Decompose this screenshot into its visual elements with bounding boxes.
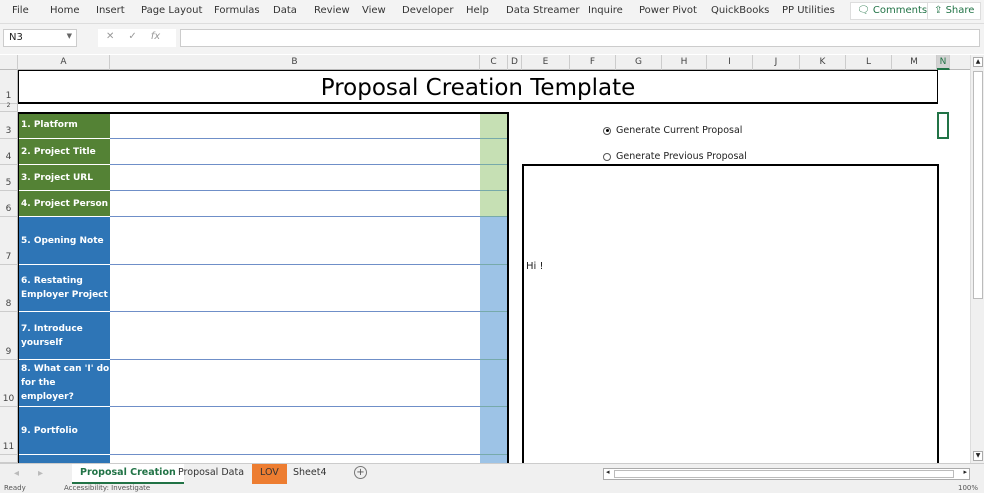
comments-button[interactable]: 🗨 Comments [850,2,935,20]
share-label: Share [945,5,975,16]
output-text: Hi ! [526,261,544,272]
share-button[interactable]: ⇪ Share [927,2,982,20]
ribbon-tab-data-streamer[interactable]: Data Streamer [506,5,580,16]
add-sheet-icon[interactable]: + [354,466,367,479]
column-header-M[interactable]: M [892,55,937,70]
radio-generate-previous[interactable]: Generate Previous Proposal [603,151,747,162]
ribbon-tab-quickbooks[interactable]: QuickBooks [711,5,769,16]
scroll-left-icon[interactable]: ◂ [606,468,610,476]
sheet-tab-proposal-creation[interactable]: Proposal Creation [72,464,184,484]
ribbon-tab-power-pivot[interactable]: Power Pivot [639,5,697,16]
ribbon-tab-home[interactable]: Home [50,5,80,16]
ribbon-tab-data[interactable]: Data [273,5,297,16]
column-header-H[interactable]: H [662,55,707,70]
column-headers: ABCDEFGHIJKLMN [0,55,970,70]
radio-label: Generate Previous Proposal [616,151,747,162]
page-title: Proposal Creation Template [18,70,938,104]
column-header-J[interactable]: J [753,55,800,70]
column-header-C[interactable]: C [480,55,508,70]
formula-bar: N3 ▼ ✕✓fx [0,24,984,54]
form-table-border [18,112,509,472]
enter-icon[interactable]: ✓ [128,31,150,42]
row-header-7[interactable]: 7 [0,217,18,265]
ribbon-tab-developer[interactable]: Developer [402,5,453,16]
ribbon-tab-page-layout[interactable]: Page Layout [141,5,202,16]
accessibility-status[interactable]: Accessibility: Investigate [64,484,150,492]
row-header-12[interactable] [0,455,18,463]
radio-unselected-icon [603,152,611,161]
column-header-G[interactable]: G [616,55,662,70]
formula-buttons: ✕✓fx [98,29,176,47]
row-header-2[interactable]: 2 [0,102,18,112]
row-header-8[interactable]: 8 [0,265,18,312]
status-bar: Ready Accessibility: Investigate 100% [0,484,984,493]
select-all-corner[interactable] [0,55,18,70]
sheet-tab-lov[interactable]: LOV [252,464,287,484]
column-header-F[interactable]: F [570,55,616,70]
sheet-tabs-bar: ◂ ▸ Proposal Creation Proposal Data LOV She… [0,463,984,484]
comments-label: Comments [872,5,928,16]
row-header-10[interactable]: 10 [0,360,18,407]
column-header-D[interactable]: D [508,55,522,70]
row-header-6[interactable]: 6 [0,191,18,217]
vertical-scrollbar[interactable]: ▲ ▼ [970,55,984,463]
column-header-K[interactable]: K [800,55,846,70]
chevron-down-icon: ▼ [66,32,72,40]
sheet-tab-proposal-data[interactable]: Proposal Data [170,464,252,484]
ribbon-tab-inquire[interactable]: Inquire [588,5,623,16]
ribbon: File Home Insert Page Layout Formulas Data Rev… [0,0,984,24]
name-box[interactable]: N3 ▼ [3,29,77,47]
row-header-1[interactable]: 1 [0,70,18,104]
ribbon-tab-help[interactable]: Help [466,5,489,16]
zoom-level[interactable]: 100% [958,484,978,492]
column-header-L[interactable]: L [846,55,892,70]
formula-input[interactable] [180,29,980,47]
ribbon-tab-formulas[interactable]: Formulas [214,5,260,16]
row-header-9[interactable]: 9 [0,312,18,360]
column-header-B[interactable]: B [110,55,480,70]
cell-reference: N3 [9,32,23,43]
column-header-N[interactable]: N [937,55,950,70]
radio-selected-icon [603,126,611,135]
scroll-up-icon[interactable]: ▲ [973,57,983,67]
horizontal-scrollbar[interactable]: ◂ ▸ [603,468,970,480]
ribbon-tab-review[interactable]: Review [314,5,350,16]
radio-generate-current[interactable]: Generate Current Proposal [603,125,742,136]
ribbon-tab-pp-utilities[interactable]: PP Utilities [782,5,835,16]
comment-icon: 🗨 [857,5,873,16]
scroll-thumb[interactable] [614,470,954,478]
row-header-5[interactable]: 5 [0,165,18,191]
scroll-right-icon[interactable]: ▸ [963,468,967,476]
column-header-E[interactable]: E [522,55,570,70]
tab-scroll-right-icon[interactable]: ▸ [38,468,43,479]
share-icon: ⇪ [934,5,946,16]
ribbon-tab-file[interactable]: File [12,5,29,16]
row-header-11[interactable]: 11 [0,407,18,455]
scroll-thumb[interactable] [973,71,983,299]
column-header-A[interactable]: A [18,55,110,70]
ribbon-tab-view[interactable]: View [362,5,386,16]
proposal-output-box[interactable]: Hi ! [522,164,939,474]
column-header-I[interactable]: I [707,55,753,70]
radio-label: Generate Current Proposal [616,125,743,136]
row-header-4[interactable]: 4 [0,139,18,165]
selected-cell-n3[interactable] [937,112,949,139]
scroll-down-icon[interactable]: ▼ [973,451,983,461]
sheet-tab-sheet4[interactable]: Sheet4 [285,464,335,484]
row-header-3[interactable]: 3 [0,112,18,139]
status-ready: Ready [4,484,26,492]
fx-icon[interactable]: fx [151,31,160,42]
tab-scroll-left-icon[interactable]: ◂ [14,468,19,479]
cancel-icon[interactable]: ✕ [106,31,128,42]
ribbon-tab-insert[interactable]: Insert [96,5,125,16]
